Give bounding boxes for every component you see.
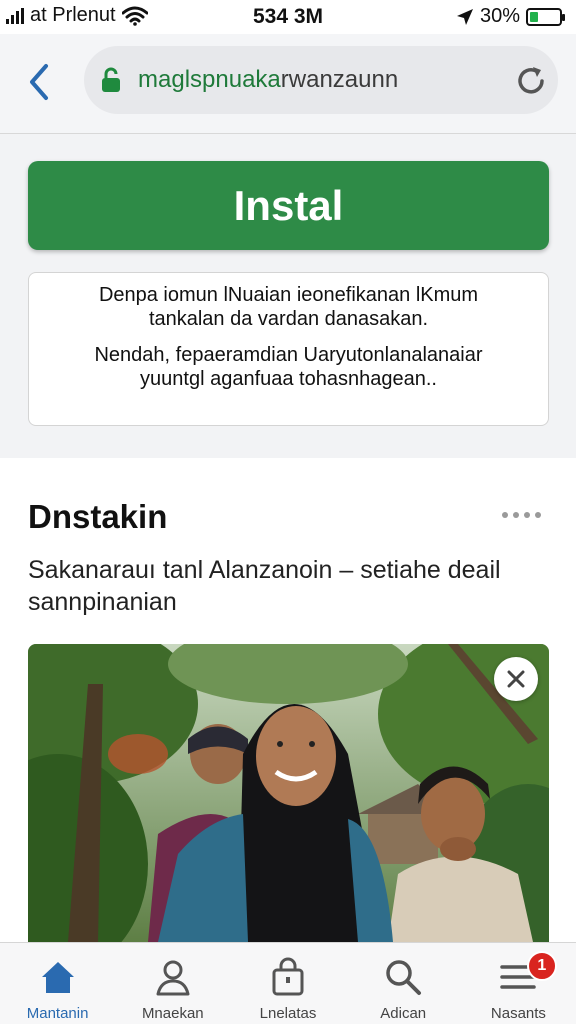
browser-toolbar: maglspnuakarwanzaunn [0, 34, 576, 134]
info-paragraph-2: Nendah, fepaeramdian Uaryutonlanalanaiar… [29, 343, 548, 391]
person-icon [156, 960, 190, 996]
photo-illustration [28, 644, 549, 942]
url-domain: maglspnuaka [138, 66, 281, 93]
battery-percent: 30% [479, 5, 520, 27]
close-icon[interactable] [494, 657, 538, 701]
close-x-glyph [507, 670, 525, 688]
url-path: rwanzaunn [280, 66, 399, 93]
wifi-icon [121, 6, 148, 26]
bottom-nav: Mantanin Mnaekan Lnelatas Adican 1 Nasan… [0, 942, 576, 1024]
info-line-4: yuuntgl aganfuaa tohasnhagean.. [140, 368, 437, 390]
info-line-1: Denpa iomun lNuaian ieonefikanan lKmum [98, 284, 479, 306]
notification-badge: 1 [526, 951, 557, 981]
nav-item-shop[interactable]: Lnelatas [230, 943, 345, 1024]
install-button[interactable]: Instal [28, 161, 549, 250]
article-title: Dnstakin [28, 498, 168, 535]
nav-item-menu[interactable]: 1 Nasants [461, 943, 576, 1024]
nav-item-search[interactable]: Adican [346, 943, 461, 1024]
battery-level [530, 11, 539, 22]
home-icon [41, 962, 74, 993]
nav-item-home[interactable]: Mantanin [0, 943, 115, 1024]
nav-label-search: Adican [380, 1005, 427, 1022]
reload-icon[interactable] [514, 64, 548, 98]
search-icon [386, 960, 422, 995]
status-left: at Prlenut [6, 4, 148, 27]
info-paragraph-1: Denpa iomun lNuaian ieonefikanan lKmum t… [29, 283, 548, 331]
back-chevron-icon[interactable] [22, 60, 58, 104]
nav-item-profile[interactable]: Mnaekan [115, 943, 230, 1024]
article-description: Sakanarauı tanl Alanzanoin – setiahe dea… [28, 556, 501, 616]
info-line-2: tankalan da vardan danasakan. [148, 308, 429, 330]
nav-label-profile: Mnaekan [141, 1005, 204, 1022]
status-bar: at Prlenut 534 3M 30% [0, 0, 576, 34]
nav-label-menu: Nasants [490, 1005, 546, 1022]
shopping-bag-icon [272, 957, 304, 996]
info-card: Denpa iomun lNuaian ieonefikanan lKmum t… [28, 272, 549, 426]
article-photo [28, 644, 549, 942]
article-card: Dnstakin Sakanarauı tanl Alanzanoin – se… [0, 458, 576, 942]
signal-icon [6, 7, 24, 24]
info-line-3: Nendah, fepaeramdian Uaryutonlanalanaiar [94, 344, 483, 366]
status-right: 30% [456, 5, 565, 28]
carrier-name: at Prlenut [30, 4, 116, 26]
location-arrow-icon [456, 8, 473, 25]
more-dots-icon[interactable] [502, 512, 541, 518]
url-text: maglspnuakarwanzaunn [138, 66, 398, 94]
nav-label-shop: Lnelatas [259, 1005, 317, 1022]
battery-icon [526, 7, 565, 26]
install-section: Instal Denpa iomun lNuaian ieonefikanan … [0, 135, 576, 457]
address-bar[interactable]: maglspnuakarwanzaunn [84, 46, 558, 114]
lock-icon [102, 67, 120, 92]
nav-label-home: Mantanin [26, 1005, 89, 1022]
